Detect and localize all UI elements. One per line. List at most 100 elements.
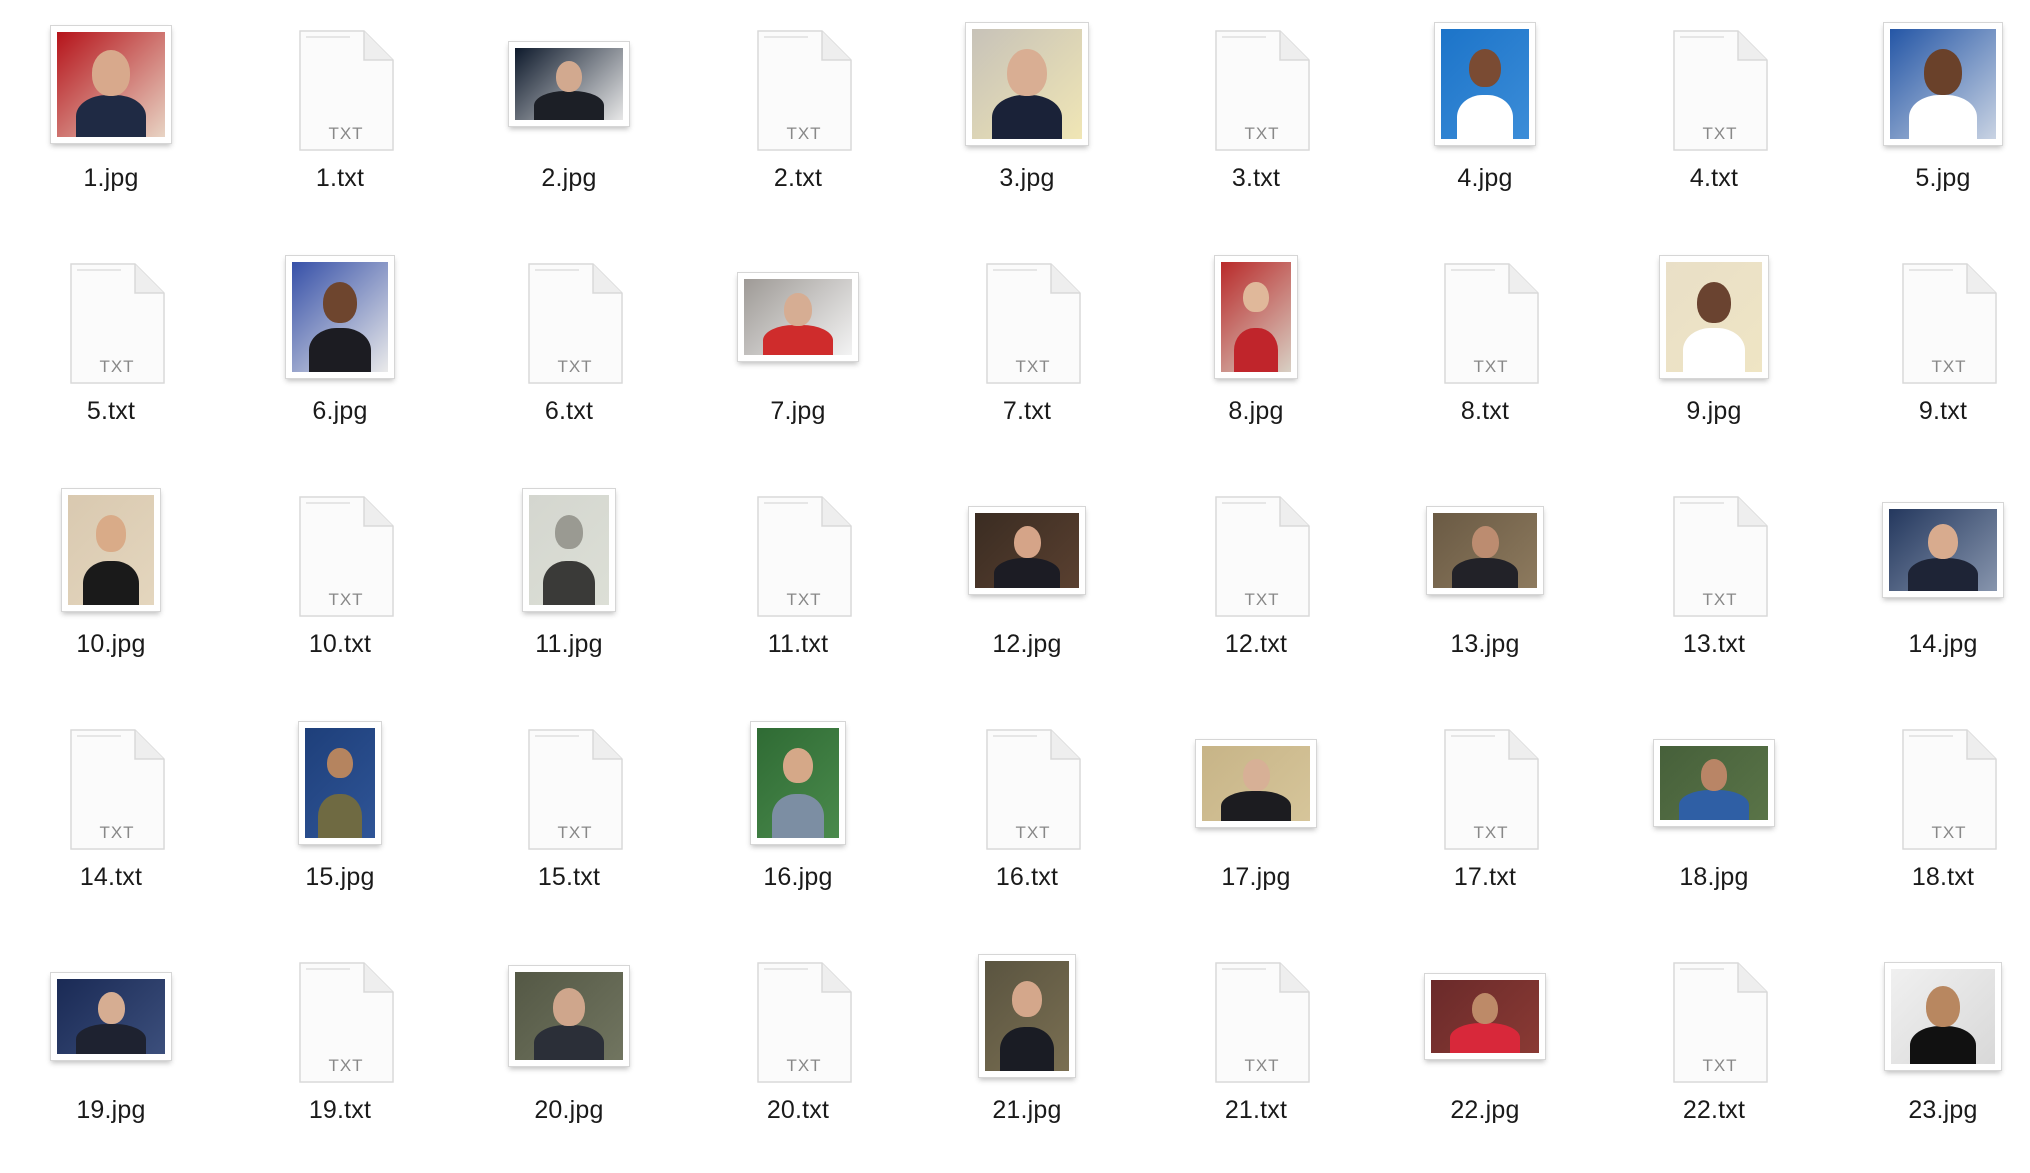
text-file-item[interactable]: TXT 7.txt	[937, 254, 1117, 474]
text-file-item[interactable]: TXT 9.txt	[1853, 254, 2030, 474]
image-thumbnail	[479, 21, 659, 181]
text-file-item[interactable]: TXT 4.txt	[1624, 21, 1804, 241]
text-file-item[interactable]: TXT 10.txt	[250, 487, 430, 707]
photo-frame	[1884, 23, 2002, 145]
image-file-item[interactable]: 22.jpg	[1395, 953, 1575, 1173]
text-document-icon: TXT	[21, 254, 201, 414]
image-file-item[interactable]: 14.jpg	[1853, 487, 2030, 707]
document-page-icon: TXT	[1443, 729, 1539, 850]
image-file-item[interactable]: 20.jpg	[479, 953, 659, 1173]
photo-subject-face	[97, 992, 125, 1025]
photo-subject-face	[784, 292, 812, 326]
photo-subject-body	[1233, 328, 1279, 372]
document-page-icon: TXT	[298, 30, 394, 151]
photo-subject-body	[534, 91, 604, 120]
document-page-icon: TXT	[1672, 496, 1768, 617]
text-file-item[interactable]: TXT 6.txt	[479, 254, 659, 474]
text-file-item[interactable]: TXT 5.txt	[21, 254, 201, 474]
photo-image	[744, 279, 852, 355]
image-thumbnail	[937, 487, 1117, 647]
text-file-item[interactable]: TXT 18.txt	[1853, 720, 2030, 940]
text-file-item[interactable]: TXT 21.txt	[1166, 953, 1346, 1173]
image-file-item[interactable]: 1.jpg	[21, 21, 201, 241]
image-file-item[interactable]: 11.jpg	[479, 487, 659, 707]
image-file-item[interactable]: 9.jpg	[1624, 254, 1804, 474]
file-name-label: 13.jpg	[1450, 630, 1520, 658]
photo-subject-body	[317, 794, 363, 838]
text-file-item[interactable]: TXT 14.txt	[21, 720, 201, 940]
text-file-item[interactable]: TXT 22.txt	[1624, 953, 1804, 1173]
image-thumbnail	[250, 254, 430, 414]
photo-subject-face	[783, 747, 813, 784]
photo-frame	[286, 256, 394, 378]
text-document-icon: TXT	[250, 953, 430, 1113]
file-name-label: 9.jpg	[1686, 397, 1742, 425]
photo-image	[1660, 746, 1768, 820]
photo-subject-body	[993, 557, 1061, 588]
image-thumbnail	[21, 953, 201, 1113]
text-file-item[interactable]: TXT 2.txt	[708, 21, 888, 241]
file-name-label: 8.jpg	[1228, 397, 1284, 425]
image-file-item[interactable]: 4.jpg	[1395, 21, 1575, 241]
image-file-item[interactable]: 10.jpg	[21, 487, 201, 707]
text-file-item[interactable]: TXT 19.txt	[250, 953, 430, 1173]
photo-subject-body	[991, 95, 1063, 139]
image-file-item[interactable]: 19.jpg	[21, 953, 201, 1173]
text-file-item[interactable]: TXT 16.txt	[937, 720, 1117, 940]
file-name-label: 2.txt	[773, 164, 823, 192]
photo-frame	[1425, 973, 1545, 1059]
image-file-item[interactable]: 12.jpg	[937, 487, 1117, 707]
photo-image	[305, 728, 375, 838]
image-file-item[interactable]: 5.jpg	[1853, 21, 2030, 241]
text-document-icon: TXT	[937, 720, 1117, 880]
text-file-item[interactable]: TXT 3.txt	[1166, 21, 1346, 241]
image-file-item[interactable]: 18.jpg	[1624, 720, 1804, 940]
photo-image	[1441, 29, 1529, 139]
image-file-item[interactable]: 16.jpg	[708, 720, 888, 940]
text-document-icon: TXT	[1624, 487, 1804, 647]
file-name-label: 15.txt	[537, 863, 601, 891]
file-type-badge: TXT	[1473, 357, 1509, 376]
image-file-item[interactable]: 2.jpg	[479, 21, 659, 241]
document-page-icon: TXT	[69, 263, 165, 384]
file-name-label: 13.txt	[1682, 630, 1746, 658]
text-file-item[interactable]: TXT 12.txt	[1166, 487, 1346, 707]
photo-subject-face	[1471, 992, 1499, 1025]
file-name-label: 19.jpg	[76, 1096, 146, 1124]
file-name-label: 22.jpg	[1450, 1096, 1520, 1124]
photo-subject-body	[1451, 557, 1519, 588]
image-file-item[interactable]: 17.jpg	[1166, 720, 1346, 940]
image-file-item[interactable]: 15.jpg	[250, 720, 430, 940]
file-name-label: 7.txt	[1002, 397, 1052, 425]
photo-frame	[1654, 740, 1774, 826]
text-file-item[interactable]: TXT 8.txt	[1395, 254, 1575, 474]
photo-subject-body	[1683, 328, 1745, 372]
text-file-item[interactable]: TXT 11.txt	[708, 487, 888, 707]
text-file-item[interactable]: TXT 15.txt	[479, 720, 659, 940]
image-file-item[interactable]: 21.jpg	[937, 953, 1117, 1173]
document-page-icon: TXT	[1672, 962, 1768, 1083]
text-file-item[interactable]: TXT 20.txt	[708, 953, 888, 1173]
file-name-label: 20.txt	[766, 1096, 830, 1124]
document-page-icon: TXT	[1214, 30, 1310, 151]
photo-frame	[509, 966, 629, 1066]
image-file-item[interactable]: 3.jpg	[937, 21, 1117, 241]
image-file-item[interactable]: 13.jpg	[1395, 487, 1575, 707]
photo-image	[757, 728, 839, 838]
text-file-item[interactable]: TXT 1.txt	[250, 21, 430, 241]
file-type-badge: TXT	[1244, 1056, 1280, 1075]
text-document-icon: TXT	[708, 953, 888, 1113]
photo-subject-face	[322, 281, 358, 324]
file-type-badge: TXT	[1244, 590, 1280, 609]
text-file-item[interactable]: TXT 13.txt	[1624, 487, 1804, 707]
image-file-item[interactable]: 8.jpg	[1166, 254, 1346, 474]
image-file-item[interactable]: 6.jpg	[250, 254, 430, 474]
file-type-badge: TXT	[99, 357, 135, 376]
text-document-icon: TXT	[1166, 487, 1346, 647]
file-name-label: 11.jpg	[535, 630, 603, 658]
text-file-item[interactable]: TXT 17.txt	[1395, 720, 1575, 940]
file-type-badge: TXT	[1015, 357, 1051, 376]
file-type-badge: TXT	[1702, 590, 1738, 609]
image-file-item[interactable]: 7.jpg	[708, 254, 888, 474]
image-file-item[interactable]: 23.jpg	[1853, 953, 2030, 1173]
